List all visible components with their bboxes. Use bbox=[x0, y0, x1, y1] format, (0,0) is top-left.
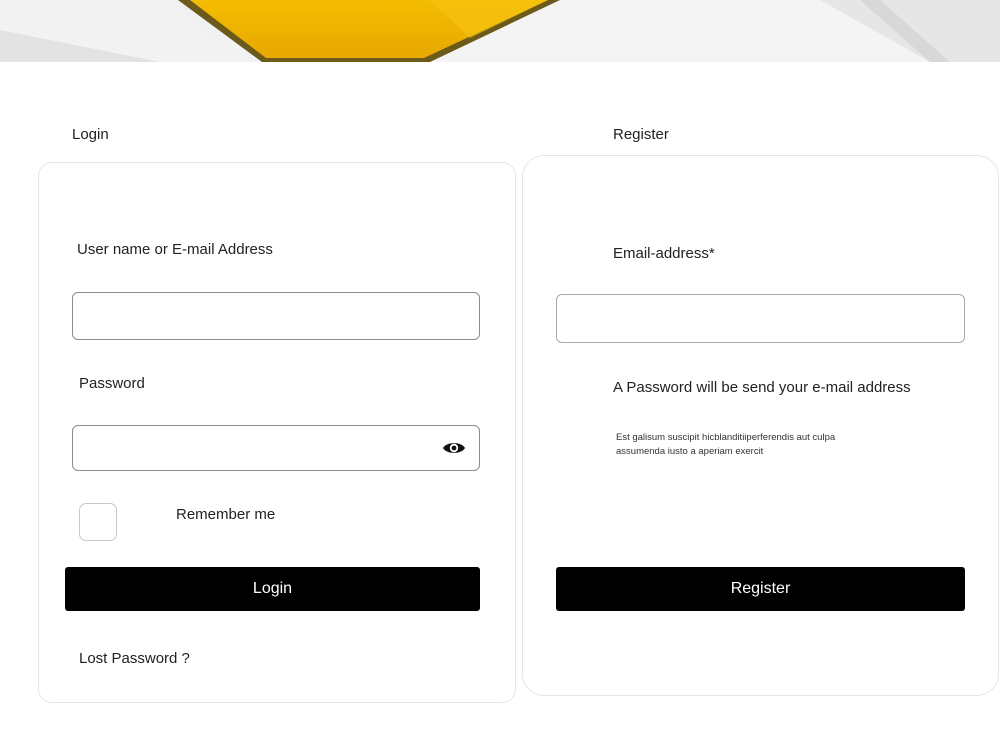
eye-icon[interactable] bbox=[442, 436, 466, 460]
page: Login User name or E-mail Address Passwo… bbox=[0, 0, 1000, 750]
login-button[interactable]: Login bbox=[65, 567, 480, 611]
remember-me-checkbox[interactable] bbox=[79, 503, 117, 541]
register-card bbox=[522, 155, 999, 696]
register-description: Est galisum suscipit hicblanditiiperfere… bbox=[616, 432, 836, 457]
password-input[interactable] bbox=[72, 425, 480, 471]
hero-banner-graphic bbox=[0, 0, 1000, 62]
lost-password-link[interactable]: Lost Password ? bbox=[79, 650, 190, 667]
login-section-title: Login bbox=[72, 126, 109, 143]
hero-banner bbox=[0, 0, 1000, 62]
password-label: Password bbox=[79, 375, 145, 392]
email-label: Email-address* bbox=[613, 245, 715, 262]
remember-me-label: Remember me bbox=[176, 506, 276, 523]
register-button[interactable]: Register bbox=[556, 567, 965, 611]
password-note: A Password will be send your e-mail addr… bbox=[613, 379, 911, 396]
email-input[interactable] bbox=[556, 294, 965, 343]
register-section-title: Register bbox=[613, 126, 669, 143]
username-input[interactable] bbox=[72, 292, 480, 340]
username-label: User name or E-mail Address bbox=[77, 241, 273, 258]
